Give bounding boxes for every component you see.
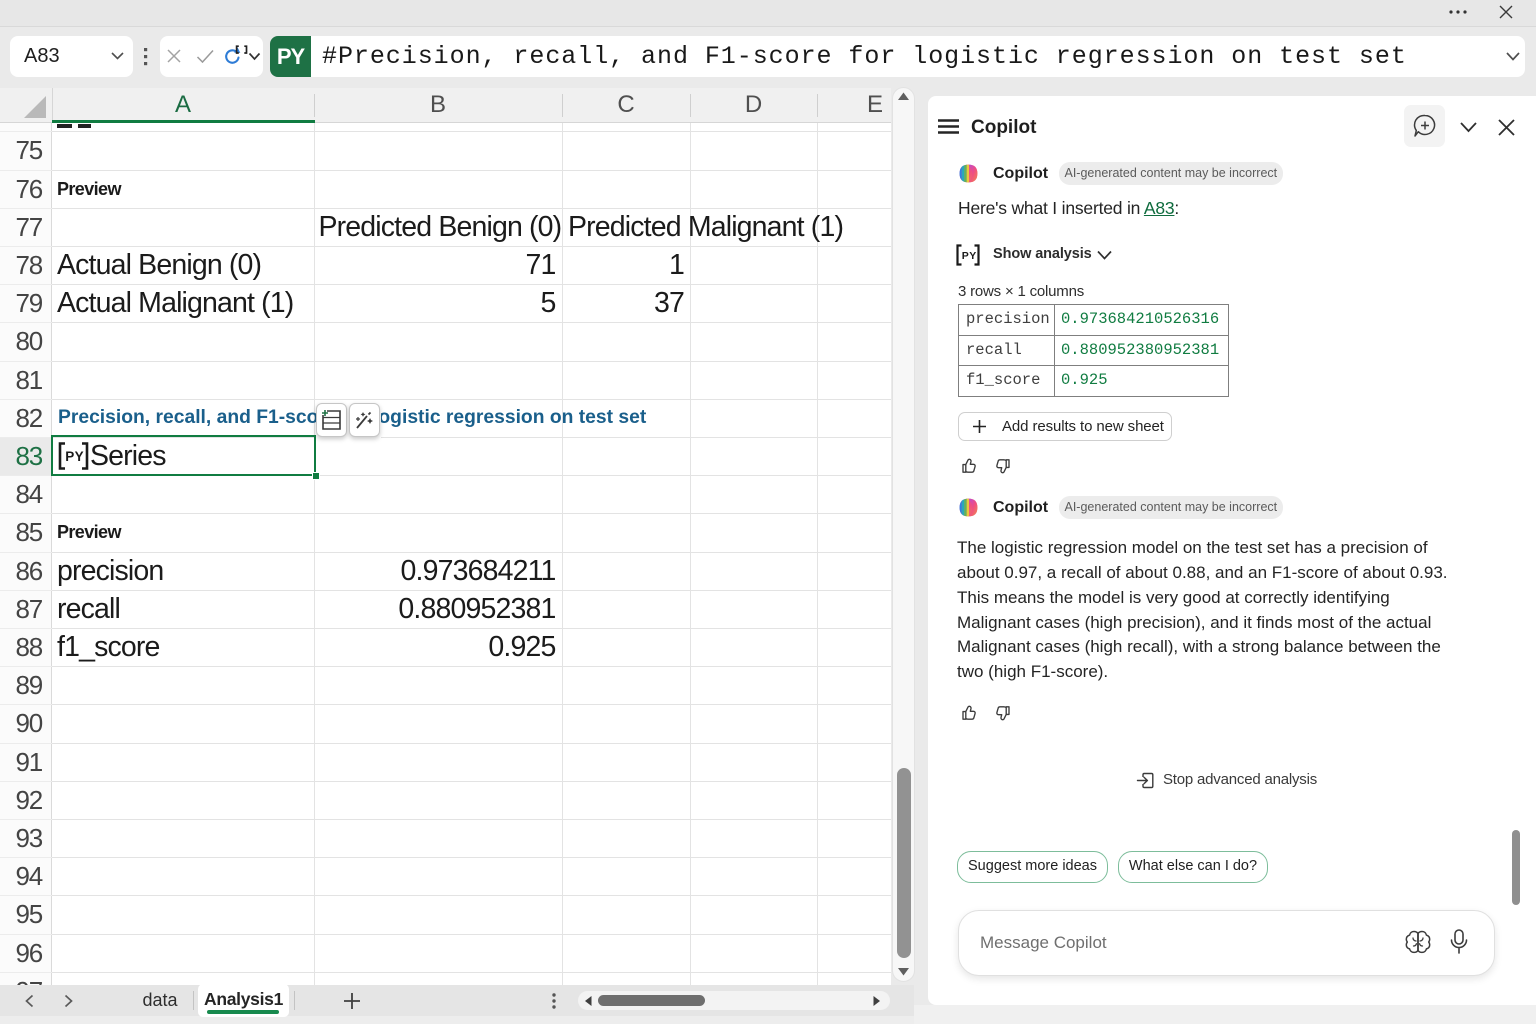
svg-text:PY: PY: [962, 250, 977, 262]
